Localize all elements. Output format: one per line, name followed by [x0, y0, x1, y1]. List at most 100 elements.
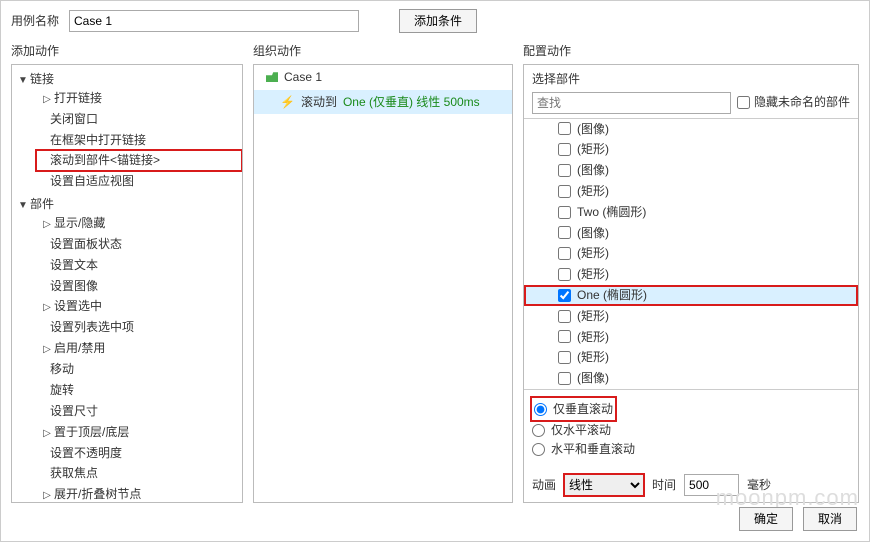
widget-list-item[interactable]: Two (椭圆形) — [524, 202, 858, 223]
time-label: 时间 — [652, 477, 676, 494]
radio-vertical-input[interactable] — [534, 403, 547, 416]
tree-item[interactable]: 关闭窗口 — [36, 109, 242, 130]
widget-checkbox[interactable] — [558, 268, 571, 281]
radio-both[interactable]: 水平和垂直滚动 — [532, 441, 850, 458]
widget-checkbox[interactable] — [558, 206, 571, 219]
tree-item[interactable]: 设置选中 — [36, 296, 242, 317]
anim-label: 动画 — [532, 477, 556, 494]
scroll-direction-group: 仅垂直滚动 仅水平滚动 水平和垂直滚动 — [524, 390, 858, 468]
tree-item[interactable]: 设置图像 — [36, 276, 242, 297]
tree-item[interactable]: 设置文本 — [36, 255, 242, 276]
widget-list-item[interactable]: (图像) — [524, 119, 858, 140]
radio-vertical[interactable]: 仅垂直滚动 — [534, 401, 613, 418]
widget-label: (矩形) — [577, 349, 609, 366]
tree-item[interactable]: 获取焦点 — [36, 463, 242, 484]
caret-icon[interactable] — [42, 218, 52, 232]
caret-icon[interactable] — [42, 93, 52, 107]
caret-icon[interactable] — [42, 427, 52, 441]
organize-action-row[interactable]: ⚡ 滚动到 One (仅垂直) 线性 500ms — [254, 90, 512, 115]
add-condition-button[interactable]: 添加条件 — [399, 9, 477, 33]
widget-label: (矩形) — [577, 183, 609, 200]
widget-checkbox[interactable] — [558, 372, 571, 385]
widget-label: Two (椭圆形) — [577, 204, 646, 221]
anim-select[interactable]: 线性 — [564, 474, 644, 496]
widget-label: (矩形) — [577, 245, 609, 262]
configure-title: 配置动作 — [523, 43, 859, 60]
widget-label: (矩形) — [577, 329, 609, 346]
add-action-title: 添加动作 — [11, 43, 243, 60]
action-target: One (仅垂直) 线性 500ms — [343, 94, 480, 111]
widget-list-item[interactable]: One (椭圆形) — [524, 285, 858, 306]
tree-item[interactable]: 移动 — [36, 359, 242, 380]
case-label: Case 1 — [284, 69, 322, 86]
radio-horizontal[interactable]: 仅水平滚动 — [532, 422, 850, 439]
tree-item[interactable]: 旋转 — [36, 380, 242, 401]
widget-checkbox[interactable] — [558, 330, 571, 343]
widget-list-item[interactable]: (图像) — [524, 160, 858, 181]
bolt-icon: ⚡ — [280, 94, 295, 111]
tree-item[interactable]: 设置面板状态 — [36, 234, 242, 255]
hide-unnamed-checkbox[interactable] — [737, 96, 750, 109]
caret-icon[interactable] — [18, 74, 28, 88]
widget-label: One (椭圆形) — [577, 287, 647, 304]
widget-label: (图像) — [577, 370, 609, 387]
widget-list-item[interactable]: (矩形) — [524, 264, 858, 285]
widget-checkbox[interactable] — [558, 143, 571, 156]
case-row[interactable]: Case 1 — [254, 65, 512, 90]
tree-item[interactable]: 打开链接 — [36, 88, 242, 109]
widget-checkbox[interactable] — [558, 351, 571, 364]
widget-checkbox[interactable] — [558, 310, 571, 323]
hide-unnamed-option[interactable]: 隐藏未命名的部件 — [737, 94, 850, 111]
time-input[interactable] — [684, 474, 739, 496]
widget-label: (图像) — [577, 121, 609, 138]
time-unit: 毫秒 — [747, 477, 771, 494]
tree-item[interactable]: 显示/隐藏 — [36, 213, 242, 234]
tree-item[interactable]: 滚动到部件<锚链接> — [36, 150, 242, 171]
tree-item[interactable]: 设置尺寸 — [36, 401, 242, 422]
search-input[interactable] — [532, 92, 731, 114]
widget-list-item[interactable]: (图像) — [524, 223, 858, 244]
widget-list-item[interactable]: (矩形) — [524, 139, 858, 160]
tree-item[interactable]: 置于顶层/底层 — [36, 422, 242, 443]
action-tree[interactable]: 链接打开链接关闭窗口在框架中打开链接滚动到部件<锚链接>设置自适应视图部件显示/… — [12, 65, 242, 503]
widget-list-item[interactable]: (矩形) — [524, 306, 858, 327]
widget-list[interactable]: (图像) (矩形) (图像) (矩形) Two (椭圆形) (图像) (矩形) (矩形) One… — [524, 118, 858, 390]
tree-item[interactable]: 启用/禁用 — [36, 338, 242, 359]
widget-checkbox[interactable] — [558, 289, 571, 302]
case-name-input[interactable] — [69, 10, 359, 32]
caret-icon[interactable] — [42, 343, 52, 357]
radio-both-input[interactable] — [532, 443, 545, 456]
widget-label: (图像) — [577, 225, 609, 242]
widget-checkbox[interactable] — [558, 226, 571, 239]
action-prefix: 滚动到 — [301, 94, 337, 111]
hide-unnamed-label: 隐藏未命名的部件 — [754, 94, 850, 111]
widget-checkbox[interactable] — [558, 164, 571, 177]
widget-list-item[interactable]: (图像) — [524, 368, 858, 389]
widget-checkbox[interactable] — [558, 122, 571, 135]
widget-checkbox[interactable] — [558, 247, 571, 260]
cancel-button[interactable]: 取消 — [803, 507, 857, 531]
tree-item[interactable]: 设置列表选中项 — [36, 317, 242, 338]
case-name-label: 用例名称 — [11, 13, 59, 30]
caret-icon[interactable] — [42, 301, 52, 315]
widget-list-item[interactable]: (矩形) — [524, 243, 858, 264]
caret-icon[interactable] — [18, 199, 28, 213]
widget-checkbox[interactable] — [558, 185, 571, 198]
select-widget-label: 选择部件 — [524, 65, 858, 92]
radio-both-label: 水平和垂直滚动 — [551, 441, 635, 458]
widget-list-item[interactable]: (矩形) — [524, 181, 858, 202]
ok-button[interactable]: 确定 — [739, 507, 793, 531]
tree-item[interactable]: 设置不透明度 — [36, 443, 242, 464]
caret-icon[interactable] — [42, 489, 52, 503]
tree-item[interactable]: 展开/折叠树节点 — [36, 484, 242, 503]
radio-vertical-label: 仅垂直滚动 — [553, 401, 613, 418]
widget-label: (图像) — [577, 162, 609, 179]
widget-label: (矩形) — [577, 266, 609, 283]
tree-item[interactable]: 在框架中打开链接 — [36, 130, 242, 151]
widget-list-item[interactable]: (矩形) — [524, 327, 858, 348]
widget-label: (矩形) — [577, 141, 609, 158]
tree-item[interactable]: 设置自适应视图 — [36, 171, 242, 192]
widget-list-item[interactable]: (矩形) — [524, 347, 858, 368]
organize-title: 组织动作 — [253, 43, 513, 60]
radio-horizontal-input[interactable] — [532, 424, 545, 437]
